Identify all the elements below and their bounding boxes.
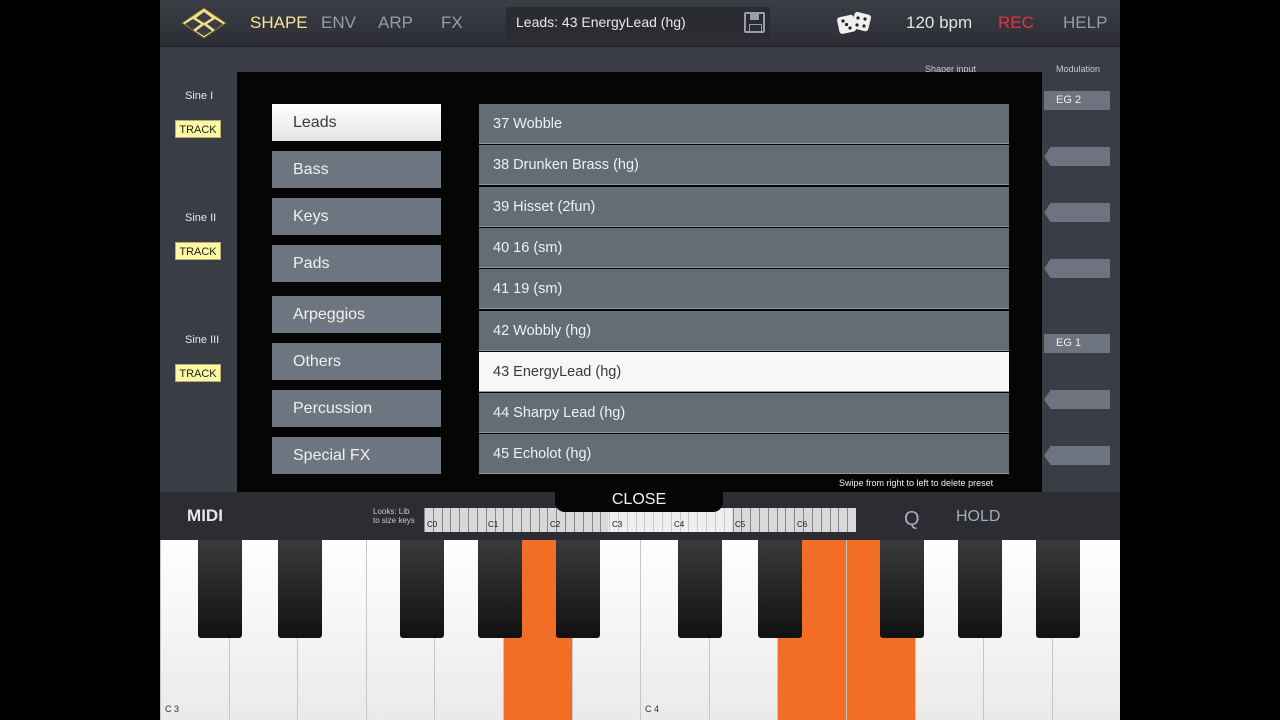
mini-octave-label: C4 xyxy=(674,520,685,529)
category-arpeggios[interactable]: Arpeggios xyxy=(272,296,441,333)
preset-name: Leads: 43 EnergyLead (hg) xyxy=(516,14,686,30)
mini-key xyxy=(503,508,513,532)
piano-keyboard[interactable] xyxy=(160,540,1120,720)
black-key[interactable] xyxy=(556,540,600,638)
swipe-hint: Swipe from right to left to delete prese… xyxy=(839,478,994,488)
mini-key xyxy=(750,508,760,532)
mini-key xyxy=(529,508,539,532)
black-key[interactable] xyxy=(678,540,722,638)
hold-button[interactable]: HOLD xyxy=(956,508,1000,526)
mini-key xyxy=(538,508,548,532)
preset-item[interactable]: 40 16 (sm) xyxy=(479,227,1009,268)
category-keys[interactable]: Keys xyxy=(272,198,441,235)
mini-key xyxy=(512,508,521,532)
preset-item[interactable]: 45 Echolot (hg) xyxy=(479,434,1009,475)
category-percussion[interactable]: Percussion xyxy=(272,390,441,427)
mini-key xyxy=(476,508,486,532)
category-special-fx[interactable]: Special FX xyxy=(272,437,441,474)
mini-key xyxy=(468,508,477,532)
preset-item[interactable]: 44 Sharpy Lead (hg) xyxy=(479,393,1009,434)
category-leads[interactable]: Leads xyxy=(272,104,441,141)
svg-text:MIDI: MIDI xyxy=(187,506,223,525)
preset-item[interactable]: 42 Wobbly (hg) xyxy=(479,310,1009,351)
app-logo-icon[interactable] xyxy=(180,6,228,40)
mod-source-eg1[interactable]: EG 1 xyxy=(1044,334,1110,353)
mod-slot[interactable] xyxy=(1044,203,1110,222)
dice-icon[interactable] xyxy=(836,10,874,36)
mini-key xyxy=(829,508,839,532)
category-others[interactable]: Others xyxy=(272,343,441,380)
keyboard-size-hint-line: Looks: Lib xyxy=(373,507,410,516)
modulation-header: Modulation xyxy=(1056,64,1101,74)
mod-slot[interactable] xyxy=(1044,147,1110,166)
mini-key xyxy=(767,508,777,532)
category-pads[interactable]: Pads xyxy=(272,245,441,282)
octave-label: C 3 xyxy=(165,704,180,714)
mini-key xyxy=(811,508,821,532)
black-key[interactable] xyxy=(880,540,924,638)
track-button-3[interactable]: TRACK xyxy=(175,364,221,382)
keyboard-size-hint-line: to size keys xyxy=(373,516,415,525)
black-key[interactable] xyxy=(1036,540,1080,638)
category-bass[interactable]: Bass xyxy=(272,151,441,188)
mini-key xyxy=(520,508,530,532)
osc-label-2: Sine II xyxy=(185,212,217,224)
preset-browser-modal: Leads Bass Keys Pads Arpeggios Others Percussi… xyxy=(237,72,1042,508)
tab-fx[interactable]: FX xyxy=(441,13,463,33)
midi-icon[interactable]: MIDI xyxy=(180,502,230,528)
black-key[interactable] xyxy=(958,540,1002,638)
quantize-button[interactable]: Q xyxy=(904,508,920,531)
track-button-2[interactable]: TRACK xyxy=(175,242,221,260)
mod-slot[interactable] xyxy=(1044,390,1110,409)
preset-list[interactable]: 37 Wobble 38 Drunken Brass (hg) 39 Hisset … xyxy=(479,104,1009,475)
track-button-1[interactable]: TRACK xyxy=(175,120,221,138)
tempo-display[interactable]: 120 bpm xyxy=(906,13,972,33)
mini-key xyxy=(759,508,768,532)
black-key[interactable] xyxy=(758,540,802,638)
save-icon[interactable] xyxy=(744,12,765,33)
tab-arp[interactable]: ARP xyxy=(378,13,413,33)
record-button[interactable]: REC xyxy=(998,13,1034,33)
top-bar: SHAPE ENV ARP FX Leads: 43 EnergyLead (h… xyxy=(160,0,1120,47)
mod-source-label: EG 1 xyxy=(1056,337,1082,349)
close-button[interactable]: CLOSE xyxy=(555,490,723,512)
mini-octave-label: C3 xyxy=(612,520,623,529)
mini-key xyxy=(847,508,856,532)
tab-env[interactable]: ENV xyxy=(321,13,356,33)
tab-shape[interactable]: SHAPE xyxy=(250,13,308,33)
mod-slot[interactable] xyxy=(1044,446,1110,465)
black-key[interactable] xyxy=(198,540,242,638)
mini-key xyxy=(459,508,469,532)
osc-label-3: Sine III xyxy=(185,334,220,346)
octave-label: C 4 xyxy=(645,704,660,714)
mod-source-label: EG 2 xyxy=(1056,94,1082,106)
mini-key xyxy=(838,508,848,532)
mini-octave-label: C1 xyxy=(488,520,499,529)
mini-key xyxy=(776,508,786,532)
preset-item[interactable]: 43 EnergyLead (hg) xyxy=(479,351,1009,392)
preset-item[interactable]: 38 Drunken Brass (hg) xyxy=(479,145,1009,186)
keyboard-size-hint: Looks: Lib to size keys xyxy=(373,507,415,525)
black-key[interactable] xyxy=(278,540,322,638)
mini-octave-label: C5 xyxy=(735,520,746,529)
mod-source-eg2[interactable]: EG 2 xyxy=(1044,91,1110,110)
mini-key xyxy=(441,508,451,532)
mini-octave-label: C6 xyxy=(797,520,808,529)
preset-item[interactable]: 39 Hisset (2fun) xyxy=(479,186,1009,227)
mini-octave-label: C0 xyxy=(427,520,438,529)
preset-selector[interactable]: Leads: 43 EnergyLead (hg) xyxy=(506,7,770,39)
synth-app: SHAPE ENV ARP FX Leads: 43 EnergyLead (h… xyxy=(160,0,1120,720)
osc-label-1: Sine I xyxy=(185,90,214,102)
mini-key xyxy=(450,508,460,532)
preset-item[interactable]: 37 Wobble xyxy=(479,104,1009,144)
black-key[interactable] xyxy=(478,540,522,638)
mini-octave-label: C2 xyxy=(550,520,561,529)
help-button[interactable]: HELP xyxy=(1063,13,1107,33)
mini-key xyxy=(785,508,795,532)
mini-key xyxy=(820,508,830,532)
preset-item[interactable]: 41 19 (sm) xyxy=(479,269,1009,310)
black-key[interactable] xyxy=(400,540,444,638)
mod-slot[interactable] xyxy=(1044,259,1110,278)
